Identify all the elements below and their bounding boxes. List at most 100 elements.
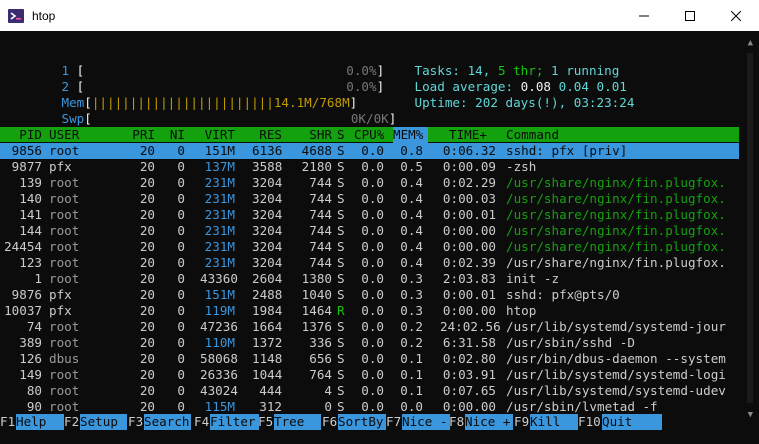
fkey-f3[interactable]: F3 <box>128 414 143 430</box>
fkey-f6[interactable]: F6 <box>322 414 337 430</box>
col-state[interactable]: S <box>337 127 345 143</box>
fkey-f10[interactable]: F10 <box>578 414 601 430</box>
cell-cpu: 0.0 <box>361 271 384 286</box>
process-row[interactable]: 9856 root 20 0 151M 6136 4688 S 0.0 0.8 0:06.32 ssh… <box>0 143 739 159</box>
cell-cpu: 0.0 <box>361 335 384 350</box>
cell-cmd: -zsh <box>506 159 537 174</box>
cell-mem: 0.3 <box>400 303 423 318</box>
process-row[interactable]: 80 root 20 0 43024 444 4 S 0.0 0.1 0:07.65/usr/lib… <box>0 383 739 399</box>
scroll-down-icon[interactable]: ▼ <box>748 411 753 420</box>
process-table-header[interactable]: PID USER PRI NI VIRT RES SHR S CPU% MEM%… <box>0 127 739 143</box>
fkey-label-tree[interactable]: Tree <box>274 414 321 430</box>
cell-res: 3204 <box>252 223 283 238</box>
cell-s: S <box>337 239 345 254</box>
cell-time: 6:31.58 <box>442 335 496 350</box>
col-ni[interactable]: NI <box>168 127 185 143</box>
process-row[interactable]: 140 root 20 0 231M 3204 744 S 0.0 0.4 0:00.03/usr/… <box>0 191 739 207</box>
fkey-f5[interactable]: F5 <box>258 414 273 430</box>
fkey-label-help[interactable]: Help <box>16 414 64 430</box>
cell-ni: 0 <box>177 191 185 206</box>
process-row[interactable]: 90 root 20 0 115M 312 0 S 0.0 0.0 0:00.00/usr/sbin… <box>0 399 739 415</box>
cell-cpu: 0.0 <box>361 367 384 382</box>
cell-cpu: 0.0 <box>361 191 384 206</box>
process-row[interactable]: 1 root 20 0 43360 2604 1380 S 0.0 0.3 2:03.83 init … <box>0 271 739 287</box>
close-button[interactable] <box>713 0 759 31</box>
cell-virt: 58068 <box>200 351 238 366</box>
cell-time: 0:00.09 <box>442 159 496 174</box>
cell-cpu: 0.0 <box>361 255 384 270</box>
cell-virt: 47236 <box>200 319 238 334</box>
minimize-button[interactable] <box>621 0 667 31</box>
fkey-label-sortby[interactable]: SortBy <box>338 414 386 430</box>
col-cpu[interactable]: CPU% <box>354 127 384 143</box>
cell-time: 0:00.01 <box>442 287 496 302</box>
cell-virt: 119M <box>204 303 235 318</box>
cell-ni: 0 <box>177 175 185 190</box>
cell-res: 3588 <box>252 159 283 174</box>
fkey-f2[interactable]: F2 <box>64 414 79 430</box>
cell-res: 1984 <box>252 303 283 318</box>
cell-mem: 0.3 <box>400 287 423 302</box>
cell-s: R <box>337 303 345 318</box>
fkey-label-filter[interactable]: Filter <box>210 414 259 430</box>
process-row[interactable]: 126 dbus 20 0 58068 1148 656 S 0.0 0.1 0:02.80/usr… <box>0 351 739 367</box>
cell-cpu: 0.0 <box>361 303 384 318</box>
fkey-f7[interactable]: F7 <box>386 414 401 430</box>
col-virt[interactable]: VIRT <box>200 127 235 143</box>
cell-cmd: /usr/share/nginx/fin.plugfox. <box>506 175 726 190</box>
maximize-button[interactable] <box>667 0 713 31</box>
col-pid[interactable]: PID <box>2 127 42 143</box>
fkey-f9[interactable]: F9 <box>514 414 529 430</box>
cell-time: 0:00.00 <box>442 239 496 254</box>
col-mem[interactable]: MEM% <box>393 127 428 143</box>
fkey-label-nice[interactable]: Nice - <box>402 414 450 430</box>
terminal-area[interactable]: 1 [0.0%] 2 [0.0%] Mem[||||||||||||||||||… <box>0 31 759 444</box>
fkey-label-quit[interactable]: Quit <box>602 414 662 430</box>
process-row[interactable]: 141 root 20 0 231M 3204 744 S 0.0 0.4 0:00.01/usr/… <box>0 207 739 223</box>
fkey-f1[interactable]: F1 <box>0 414 15 430</box>
cell-pri: 20 <box>139 319 155 334</box>
fkey-label-nice[interactable]: Nice + <box>465 414 513 430</box>
fkey-label-setup[interactable]: Setup <box>80 414 127 430</box>
cell-mem: 0.0 <box>400 399 423 414</box>
fkey-label-search[interactable]: Search <box>144 414 191 430</box>
process-row[interactable]: 144 root 20 0 231M 3204 744 S 0.0 0.4 0:00.00/usr/… <box>0 223 739 239</box>
cell-res: 6136 <box>252 143 283 158</box>
scrollbar-track[interactable] <box>747 53 753 403</box>
cell-user: root <box>49 383 80 398</box>
fkey-f4[interactable]: F4 <box>194 414 209 430</box>
cell-ni: 0 <box>177 223 185 238</box>
cell-res: 3204 <box>252 255 283 270</box>
fkey-f8[interactable]: F8 <box>449 414 464 430</box>
cell-res: 312 <box>259 399 282 414</box>
cell-cmd: /usr/lib/systemd/systemd-logi <box>506 367 726 382</box>
process-row[interactable]: 9876 pfx 20 0 151M 2488 1040 S 0.0 0.3 0:00.01 sshd… <box>0 287 739 303</box>
col-user[interactable]: USER <box>49 127 79 143</box>
process-row[interactable]: 389 root 20 0 110M 1372 336 S 0.0 0.2 6:31.58/usr/… <box>0 335 739 351</box>
scrollbar[interactable]: ▲ ▼ <box>739 31 759 444</box>
fkey-label-kill[interactable]: Kill <box>530 414 578 430</box>
process-row[interactable]: 9877 pfx 20 0 137M 3588 2180 S 0.0 0.5 0:00.09 -zsh <box>0 159 739 175</box>
cell-time: 0:00.01 <box>442 207 496 222</box>
col-shr[interactable]: SHR <box>305 127 332 143</box>
cell-virt: 231M <box>204 223 235 238</box>
process-row[interactable]: 24454 root 20 0 231M 3204 744 S 0.0 0.4 0:00.00/us… <box>0 239 739 255</box>
title-bar[interactable]: htop <box>0 0 759 31</box>
cell-mem: 0.4 <box>400 223 423 238</box>
cell-cpu: 0.0 <box>361 399 384 414</box>
cell-s: S <box>337 335 345 350</box>
cell-virt: 231M <box>204 191 235 206</box>
col-res[interactable]: RES <box>257 127 282 143</box>
col-time[interactable]: TIME+ <box>449 127 487 143</box>
scroll-up-icon[interactable]: ▲ <box>748 39 753 48</box>
process-row[interactable]: 149 root 20 0 26336 1044 764 S 0.0 0.1 0:03.91/usr… <box>0 367 739 383</box>
process-row[interactable]: 139 root 20 0 231M 3204 744 S 0.0 0.4 0:02.29/usr/… <box>0 175 739 191</box>
cell-cpu: 0.0 <box>361 159 384 174</box>
col-command[interactable]: Command <box>506 127 559 143</box>
process-row[interactable]: 74 root 20 0 47236 1664 1376 S 0.0 0.2 24:02.56/us… <box>0 319 739 335</box>
process-row[interactable]: 123 root 20 0 231M 3204 744 S 0.0 0.4 0:02.39/usr/… <box>0 255 739 271</box>
col-pri[interactable]: PRI <box>128 127 155 143</box>
maximize-icon <box>685 10 695 21</box>
cell-shr: 656 <box>309 351 332 366</box>
process-row[interactable]: 10037 pfx 20 0 119M 1984 1464 R 0.0 0.3 0:00.00 hto… <box>0 303 739 319</box>
